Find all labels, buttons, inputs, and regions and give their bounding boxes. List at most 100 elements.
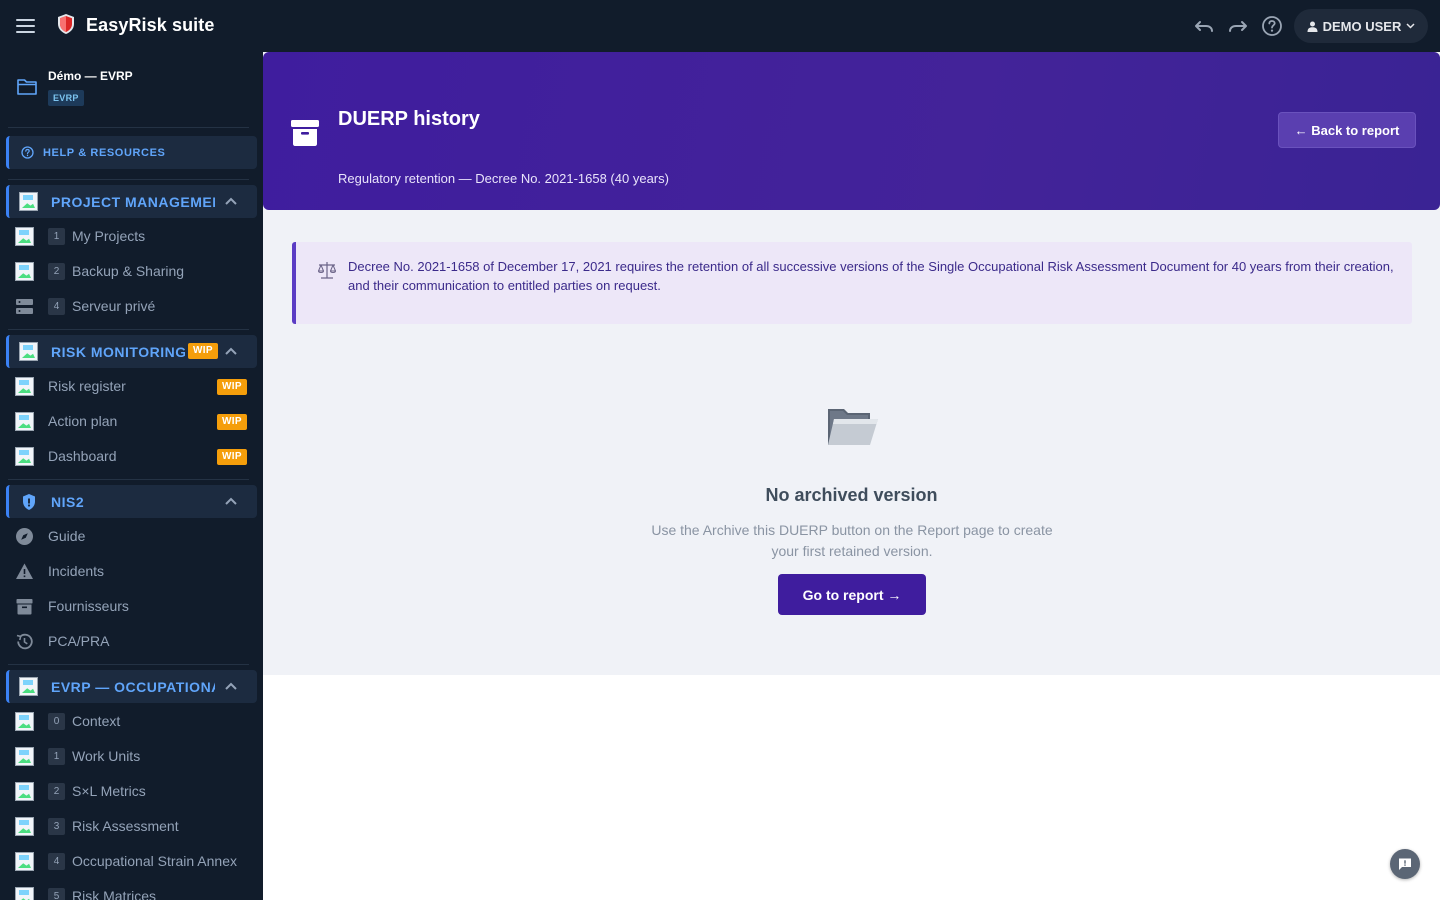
sidebar: Démo — EVRP EVRP HELP & RESOURCES PROJEC…: [0, 52, 263, 900]
sidebar-item-label: Action plan: [48, 413, 118, 429]
step-number: 0: [48, 713, 65, 730]
sidebar-item-pca-pra[interactable]: PCA/PRA: [0, 624, 263, 659]
wip-badge: WIP: [188, 343, 218, 359]
back-to-report-button[interactable]: ← Back to report: [1278, 112, 1416, 148]
regulation-notice: Decree No. 2021-1658 of December 17, 202…: [292, 242, 1412, 324]
step-number: 2: [48, 263, 65, 280]
warning-icon: [16, 563, 33, 579]
work-units-icon: [15, 747, 34, 766]
shield-logo-icon: [58, 14, 74, 34]
step-number: 1: [48, 748, 65, 765]
project-management-icon: [19, 192, 39, 212]
metrics-icon: [15, 782, 34, 801]
sidebar-item-label: Serveur privé: [72, 298, 156, 314]
sidebar-item-label: Risk Matrices: [72, 888, 157, 900]
section-label: PROJECT MANAGEMEN: [51, 194, 215, 210]
divider: [8, 127, 249, 128]
sidebar-item-work-units[interactable]: 1 Work Units: [0, 739, 263, 774]
menu-icon[interactable]: [16, 14, 42, 38]
step-number: 4: [48, 853, 65, 870]
action-plan-icon: [15, 412, 34, 431]
go-to-report-button[interactable]: Go to report →: [778, 574, 926, 615]
page-header: DUERP history Regulatory retention — Dec…: [263, 52, 1440, 210]
help-resources-button[interactable]: HELP & RESOURCES: [6, 136, 257, 169]
user-name: DEMO USER: [1322, 18, 1402, 34]
risk-monitoring-icon: [19, 342, 39, 362]
strain-annex-icon: [15, 852, 34, 871]
top-bar: EasyRisk suite DEMO USER: [0, 0, 1440, 52]
sidebar-item-label: PCA/PRA: [48, 633, 110, 649]
section-evrp-occupational[interactable]: EVRP — OCCUPATIONAL: [6, 670, 257, 703]
sidebar-item-label: Incidents: [48, 563, 105, 579]
chat-icon: [1399, 858, 1411, 870]
section-project-management[interactable]: PROJECT MANAGEMEN: [6, 185, 257, 218]
step-number: 3: [48, 818, 65, 835]
sidebar-item-label: Fournisseurs: [48, 598, 129, 614]
wip-badge: WIP: [217, 449, 247, 465]
chevron-up-icon: [225, 497, 237, 505]
sidebar-item-label: Occupational Strain Annex: [72, 853, 237, 869]
scales-icon: [317, 262, 337, 279]
chevron-up-icon: [225, 347, 237, 355]
archive-box-icon: [291, 120, 319, 146]
sidebar-item-my-projects[interactable]: 1 My Projects: [0, 219, 263, 254]
divider: [8, 664, 249, 665]
help-resources-label: HELP & RESOURCES: [43, 146, 166, 159]
divider: [8, 329, 249, 330]
sidebar-item-fournisseurs[interactable]: Fournisseurs: [0, 589, 263, 624]
help-icon: [21, 146, 34, 159]
help-icon[interactable]: [1261, 15, 1283, 37]
section-risk-monitoring[interactable]: RISK MONITORING WIP: [6, 335, 257, 368]
sidebar-item-sxl-metrics[interactable]: 2 S×L Metrics: [0, 774, 263, 809]
wip-badge: WIP: [217, 414, 247, 430]
backup-sharing-icon: [15, 262, 34, 281]
sidebar-item-occupational-strain-annex[interactable]: 4 Occupational Strain Annex: [0, 844, 263, 879]
divider: [8, 479, 249, 480]
sidebar-item-serveur-prive[interactable]: 4 Serveur privé: [0, 289, 263, 324]
compass-icon: [16, 528, 33, 545]
sidebar-item-dashboard[interactable]: Dashboard WIP: [0, 439, 263, 474]
open-folder-icon: [828, 409, 878, 445]
sidebar-item-label: Guide: [48, 528, 86, 544]
section-nis2[interactable]: NIS2: [6, 485, 257, 518]
server-icon: [16, 299, 33, 314]
sidebar-item-risk-assessment[interactable]: 3 Risk Assessment: [0, 809, 263, 844]
empty-state-title: No archived version: [765, 485, 938, 505]
sidebar-item-label: Risk Assessment: [72, 818, 179, 834]
dashboard-icon: [15, 447, 34, 466]
folder-icon: [17, 79, 37, 95]
project-name: Démo — EVRP: [48, 69, 133, 83]
my-projects-icon: [15, 227, 34, 246]
context-icon: [15, 712, 34, 731]
sidebar-item-label: Work Units: [72, 748, 141, 764]
step-number: 1: [48, 228, 65, 245]
sidebar-item-context[interactable]: 0 Context: [0, 704, 263, 739]
sidebar-item-label: S×L Metrics: [72, 783, 146, 799]
history-icon: [16, 633, 33, 650]
archive-box-icon: [16, 599, 33, 615]
project-badge: EVRP: [48, 90, 84, 106]
user-menu-button[interactable]: DEMO USER: [1294, 9, 1428, 43]
sidebar-item-backup-sharing[interactable]: 2 Backup & Sharing: [0, 254, 263, 289]
sidebar-item-label: Dashboard: [48, 448, 117, 464]
project-selector[interactable]: Démo — EVRP EVRP: [0, 52, 263, 116]
risk-register-icon: [15, 377, 34, 396]
section-label: RISK MONITORING: [51, 344, 185, 360]
empty-state-description: Use the Archive this DUERP button on the…: [651, 522, 1053, 559]
step-number: 4: [48, 298, 65, 315]
step-number: 5: [48, 888, 65, 900]
sidebar-item-risk-register[interactable]: Risk register WIP: [0, 369, 263, 404]
sidebar-item-guide[interactable]: Guide: [0, 519, 263, 554]
sidebar-item-action-plan[interactable]: Action plan WIP: [0, 404, 263, 439]
feedback-chat-button[interactable]: [1390, 849, 1420, 879]
evrp-icon: [19, 677, 39, 697]
sidebar-item-risk-matrices[interactable]: 5 Risk Matrices: [0, 879, 263, 900]
notice-text: Decree No. 2021-1658 of December 17, 202…: [348, 259, 1394, 293]
redo-icon[interactable]: [1227, 15, 1249, 37]
divider: [8, 179, 249, 180]
sidebar-item-label: Backup & Sharing: [72, 263, 185, 279]
sidebar-item-incidents[interactable]: Incidents: [0, 554, 263, 589]
wip-badge: WIP: [217, 379, 247, 395]
step-number: 2: [48, 783, 65, 800]
undo-icon[interactable]: [1193, 15, 1215, 37]
